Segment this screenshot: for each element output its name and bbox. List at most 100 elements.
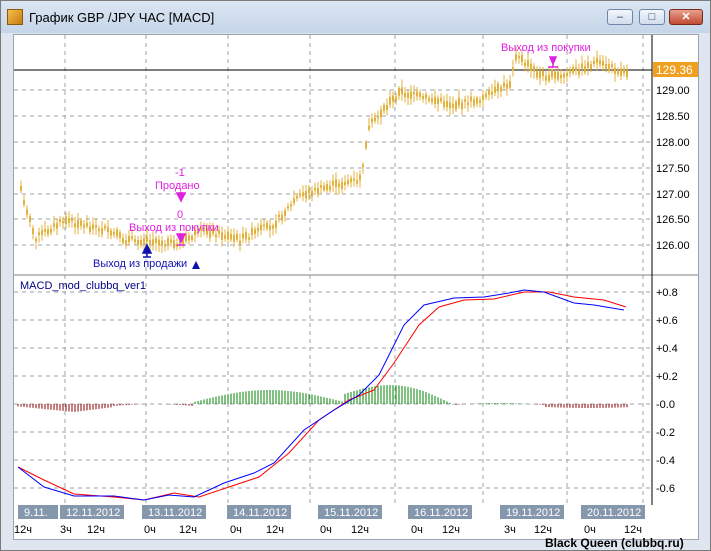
candle-body: [161, 240, 163, 246]
candle-body: [134, 239, 136, 243]
candle-body: [593, 60, 595, 65]
candle-body: [23, 200, 25, 205]
candle-body: [281, 214, 283, 221]
date-badge-label: 9.11.: [24, 507, 48, 519]
hour-label: 3ч: [60, 524, 72, 536]
date-badge: 13.11.2012: [142, 505, 206, 519]
date-badge-label: 14.11.2012: [233, 507, 287, 519]
macd-main-line: [17, 289, 625, 501]
price-axis-label: 126.00: [656, 240, 690, 252]
candle-body: [236, 234, 238, 240]
sell-marker-icon: [192, 261, 200, 269]
candle-body: [335, 179, 337, 188]
candle-body: [548, 74, 550, 82]
chart-svg: 129.00 128.50 128.00 127.50 127.00 126.50 126.…: [14, 35, 698, 536]
candle-body: [125, 240, 127, 245]
candle-body: [383, 104, 385, 112]
price-axis-label: 128.00: [656, 137, 690, 149]
candle-body: [413, 91, 415, 95]
candle-body: [584, 66, 586, 73]
candle-body: [224, 235, 226, 239]
hour-label: 12ч: [14, 524, 32, 536]
close-button[interactable]: ✕: [669, 9, 703, 25]
candle-body: [494, 86, 496, 93]
date-badge: 19.11.2012: [500, 505, 564, 519]
candle-body: [404, 93, 406, 98]
title-bar[interactable]: График GBP /JPY ЧАС [MACD] – □ ✕: [1, 1, 710, 33]
candle-body: [551, 69, 553, 78]
buy-exit-top-arrow-icon: [548, 56, 558, 68]
candle-body: [251, 228, 253, 235]
candle-body: [509, 81, 511, 88]
date-badge: 16.11.2012: [408, 505, 472, 519]
candle-body: [167, 238, 169, 245]
price-axis-label: 127.00: [656, 189, 690, 201]
candle-body: [572, 67, 574, 73]
candle-body: [491, 91, 493, 95]
hour-label: 12ч: [266, 524, 284, 536]
candle-body: [278, 214, 280, 217]
macd-axis-label: +0.4: [656, 343, 678, 355]
candle-body: [359, 174, 361, 181]
candle-body: [239, 240, 241, 245]
candle-body: [74, 223, 76, 228]
candle-body: [419, 92, 421, 97]
candle-body: [245, 231, 247, 240]
candle-body: [395, 96, 397, 101]
candle-body: [227, 231, 229, 240]
candle-body: [590, 64, 592, 70]
candle-body: [569, 69, 571, 74]
price-axis-label: 126.50: [656, 214, 690, 226]
candle-body: [608, 64, 610, 72]
candle-body: [158, 239, 160, 246]
candle-body: [296, 196, 298, 199]
candle-body: [104, 225, 106, 229]
candle-body: [437, 98, 439, 105]
candle-body: [482, 94, 484, 101]
candle-body: [269, 225, 271, 230]
candle-body: [188, 235, 190, 241]
candle-body: [293, 198, 295, 204]
candle-body: [515, 54, 517, 61]
candle-body: [83, 224, 85, 228]
candle-body: [407, 92, 409, 99]
date-badge: 12.11.2012: [60, 505, 124, 519]
candle-body: [77, 220, 79, 228]
annotation-sold: Продано: [155, 180, 200, 192]
minimize-button[interactable]: –: [607, 9, 633, 25]
hour-label: 12ч: [534, 524, 552, 536]
candle-body: [119, 232, 121, 239]
candle-body: [140, 239, 142, 245]
hour-label: 3ч: [504, 524, 516, 536]
current-price-label: 129.36: [656, 63, 693, 77]
price-axis-label: 127.50: [656, 163, 690, 175]
candle-body: [614, 67, 616, 75]
chart-area[interactable]: 129.00 128.50 128.00 127.50 127.00 126.50 126.…: [13, 34, 699, 540]
candle-body: [464, 99, 466, 102]
candle-body: [470, 96, 472, 102]
candle-body: [455, 101, 457, 110]
hour-label: 0ч: [144, 524, 156, 536]
candle-body: [602, 60, 604, 66]
candle-body: [29, 216, 31, 223]
annotation-sell-exit: Выход из продажи: [93, 258, 187, 270]
candle-body: [317, 187, 319, 195]
candle-body: [143, 238, 145, 245]
candle-body: [146, 237, 148, 242]
candle-body: [41, 230, 43, 235]
chart-window: График GBP /JPY ЧАС [MACD] – □ ✕ 129.00 1…: [0, 0, 711, 551]
candle-body: [284, 210, 286, 216]
candle-body: [131, 236, 133, 239]
candle-body: [536, 71, 538, 78]
date-badge-label: 12.11.2012: [66, 507, 120, 519]
candle-body: [398, 88, 400, 96]
candle-body: [164, 244, 166, 247]
candle-body: [260, 224, 262, 231]
candle-body: [35, 238, 37, 242]
macd-axis-label: +0.8: [656, 287, 678, 299]
maximize-button[interactable]: □: [639, 9, 665, 25]
candle-body: [128, 236, 130, 243]
price-axis-label: 129.00: [656, 85, 690, 97]
candle-body: [50, 228, 52, 234]
candle-body: [89, 226, 91, 232]
